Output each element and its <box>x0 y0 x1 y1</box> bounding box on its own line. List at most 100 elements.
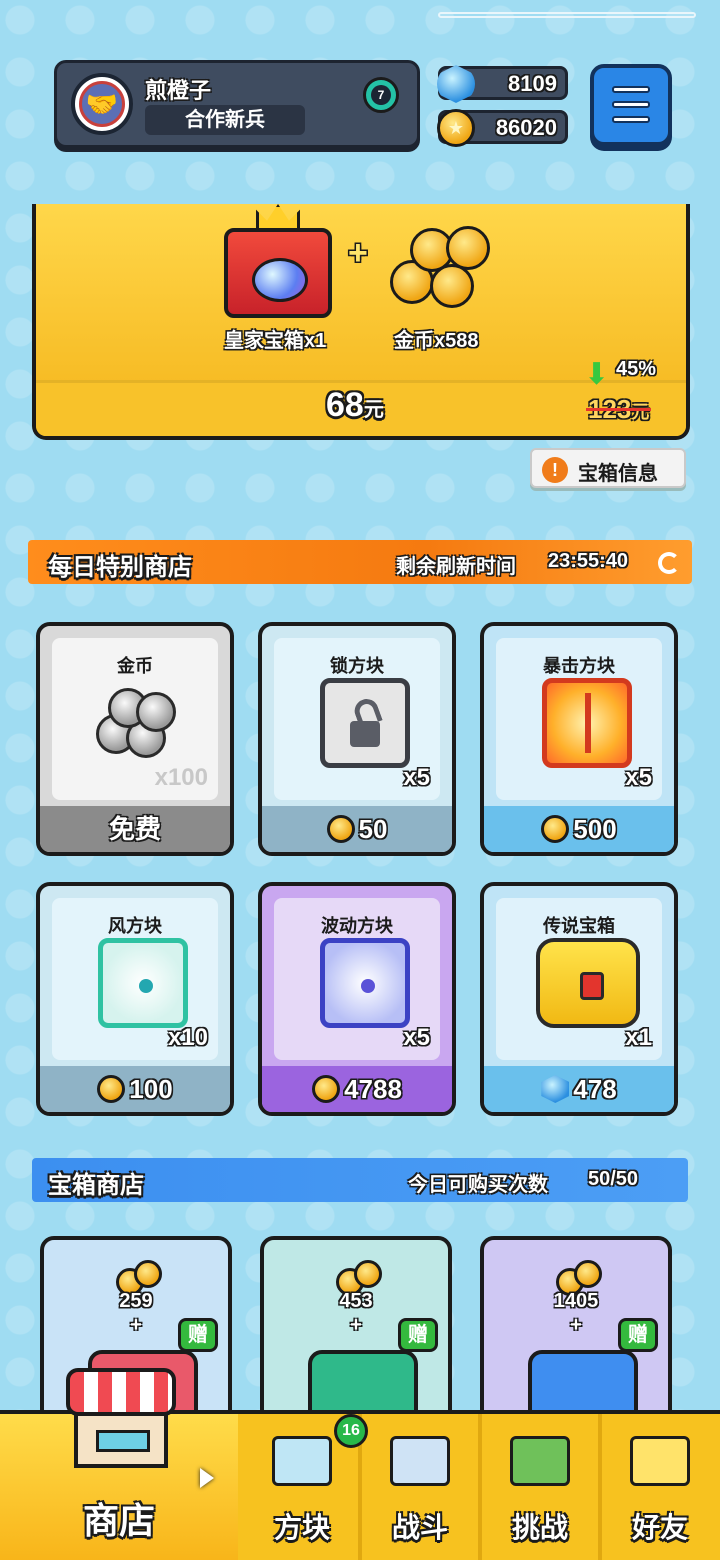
menu-line-icon <box>612 86 650 93</box>
coin-icon <box>97 1075 126 1103</box>
crit-block-icon <box>542 678 632 768</box>
shop-item-qty: x5 <box>625 764 652 791</box>
special-offer-banner[interactable]: + 皇家宝箱x1 金币x588 68元 ⬇ 45% 123元 <box>32 204 690 440</box>
gem-icon <box>437 65 475 103</box>
gem-amount: 8109 <box>508 71 557 96</box>
bottom-navigation: 商店 方块 16 战斗 挑战 好友 <box>0 1368 720 1560</box>
chest-info-button[interactable]: ! 宝箱信息 <box>530 448 686 488</box>
status-bar-indicator <box>438 12 696 18</box>
nav-tab-battle[interactable]: 战斗 <box>362 1414 478 1560</box>
coin-icon <box>541 815 570 843</box>
gold-coin-pile-icon <box>384 220 494 320</box>
offer-discount: 45% <box>616 358 657 380</box>
nav-tab-shop[interactable]: 商店 <box>0 1368 238 1560</box>
nav-label-shop: 商店 <box>82 1500 155 1541</box>
shop-item-card[interactable]: 金币 x100 免费 <box>36 622 234 856</box>
nav-tab-friends[interactable]: 好友 <box>602 1414 718 1560</box>
arrow-right-icon <box>200 1468 214 1488</box>
exclamation-icon: ! <box>542 457 568 483</box>
bonus-coin-amount: 453 <box>339 1290 373 1312</box>
offer-item2-label: 金币x588 <box>394 330 479 352</box>
shop-item-name: 传说宝箱 <box>543 916 615 936</box>
bonus-coin-amount: 1405 <box>553 1290 599 1312</box>
player-name: 煎橙子 <box>145 78 212 103</box>
shop-item-price: 4788 <box>344 1074 402 1104</box>
chest-offer-card[interactable]: 453 + 赠 <box>260 1236 452 1440</box>
challenge-sign-icon <box>504 1420 576 1492</box>
shop-item-card[interactable]: 暴击方块 x5 500 <box>480 622 678 856</box>
gift-badge: 赠 <box>618 1318 658 1352</box>
daily-shop-header: 每日特别商店 剩余刷新时间 23:55:40 <box>28 540 692 584</box>
refresh-label: 剩余刷新时间 <box>396 556 516 578</box>
chest-info-label: 宝箱信息 <box>578 463 658 485</box>
nav-label-friends: 好友 <box>631 1512 688 1543</box>
gold-coins-icon <box>112 1260 164 1296</box>
battle-shield-icon <box>384 1420 456 1492</box>
gem-counter[interactable]: 8109 <box>437 65 568 103</box>
player-profile-card[interactable]: 🤝 煎橙子 合作新兵 7 <box>54 60 420 148</box>
menu-line-icon <box>612 116 650 123</box>
refresh-timer: 23:55:40 <box>548 550 629 572</box>
coin-amount: 86020 <box>495 115 557 140</box>
shop-item-qty: x5 <box>403 1024 430 1051</box>
wind-block-icon <box>98 938 188 1028</box>
shop-item-qty: x5 <box>403 764 430 791</box>
shop-item-name: 锁方块 <box>330 656 384 676</box>
wave-block-icon <box>320 938 410 1028</box>
level-badge-number: 7 <box>371 85 391 105</box>
chest-shop-title: 宝箱商店 <box>48 1172 144 1199</box>
shop-item-price: 50 <box>358 814 388 844</box>
shop-item-price: 100 <box>129 1074 173 1104</box>
handshake-icon: 🤝 <box>79 81 125 127</box>
player-rank: 合作新兵 <box>145 105 305 135</box>
shop-item-price: 478 <box>573 1074 617 1104</box>
royal-chest-icon <box>220 204 336 322</box>
shop-building-icon <box>66 1368 176 1472</box>
avatar: 🤝 <box>71 73 133 135</box>
offer-item1-label: 皇家宝箱x1 <box>224 330 327 352</box>
legendary-chest-icon <box>536 938 640 1028</box>
offer-original-price: 123元 <box>585 394 652 424</box>
gem-icon <box>541 1075 570 1103</box>
lock-block-icon <box>320 678 410 768</box>
purchase-limit-label: 今日可购买次数 <box>408 1174 548 1196</box>
plus-icon: + <box>348 234 368 272</box>
purchase-limit-value: 50/50 <box>588 1168 639 1190</box>
offer-price: 68元 <box>326 386 384 424</box>
coin-icon <box>326 815 355 843</box>
shop-item-price: 免费 <box>108 814 161 844</box>
silver-coins-icon <box>96 688 176 758</box>
shop-item-name: 风方块 <box>108 916 162 936</box>
shop-item-qty: x1 <box>625 1024 652 1051</box>
nav-label-blocks: 方块 <box>273 1512 330 1543</box>
shop-item-name: 金币 <box>117 656 153 676</box>
gift-badge: 赠 <box>398 1318 438 1352</box>
chest-shop-header: 宝箱商店 今日可购买次数 50/50 <box>32 1158 688 1202</box>
shop-item-qty: x100 <box>154 764 208 791</box>
refresh-icon[interactable] <box>658 552 680 574</box>
shop-item-qty: x10 <box>167 1024 208 1051</box>
gold-coins-icon <box>332 1260 384 1296</box>
gold-coins-icon <box>552 1260 604 1296</box>
menu-button[interactable] <box>590 64 672 146</box>
shop-item-card[interactable]: 波动方块 x5 4788 <box>258 882 456 1116</box>
shop-item-card[interactable]: 锁方块 x5 50 <box>258 622 456 856</box>
coin-counter[interactable]: 86020 <box>437 109 568 147</box>
level-badge-icon: 7 <box>363 77 399 129</box>
coin-icon <box>312 1075 341 1103</box>
menu-line-icon <box>612 101 650 108</box>
shop-item-name: 波动方块 <box>321 916 393 936</box>
nav-tab-challenge[interactable]: 挑战 <box>482 1414 598 1560</box>
chest-offer-card[interactable]: 1405 + 赠 <box>480 1236 672 1440</box>
gift-badge: 赠 <box>178 1318 218 1352</box>
shop-item-card[interactable]: 传说宝箱 x1 478 <box>480 882 678 1116</box>
nav-label-challenge: 挑战 <box>511 1512 568 1543</box>
blocks-cube-icon <box>266 1420 338 1492</box>
shop-item-name: 暴击方块 <box>543 656 615 676</box>
nav-label-battle: 战斗 <box>391 1512 448 1543</box>
shop-item-card[interactable]: 风方块 x10 100 <box>36 882 234 1116</box>
daily-shop-title: 每日特别商店 <box>48 554 192 581</box>
bonus-coin-amount: 259 <box>119 1290 153 1312</box>
down-arrow-icon: ⬇ <box>584 358 610 391</box>
coin-icon <box>437 109 475 147</box>
